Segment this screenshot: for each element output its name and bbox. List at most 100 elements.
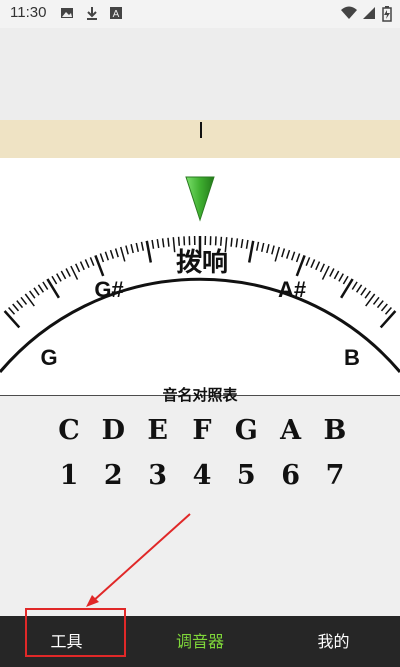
dial-tick: [255, 241, 260, 251]
signal-icon: [363, 7, 375, 19]
dial-tick: [33, 287, 40, 296]
dial-tick: [177, 236, 181, 246]
dial-tick: [70, 265, 79, 280]
dial-tick: [342, 275, 349, 285]
dial-tick: [65, 268, 71, 277]
dial-tick: [380, 303, 388, 312]
dial-tick: [79, 261, 85, 271]
note-label-a-sharp: A#: [278, 277, 306, 302]
dial-tick: [8, 307, 16, 315]
dial-tick: [56, 273, 62, 282]
dial-tick: [219, 236, 223, 246]
dial-tick: [135, 242, 140, 252]
dial-tick: [305, 257, 311, 266]
note-letter: D: [101, 415, 126, 446]
note-number: 5: [236, 460, 256, 491]
dial-tick: [20, 296, 28, 305]
dial-tick: [235, 238, 239, 248]
battery-charging-icon: [382, 6, 392, 22]
note-table-title: 音名对照表: [162, 386, 238, 404]
note-number: 3: [148, 460, 168, 491]
dial-tick: [266, 244, 270, 254]
note-label-g: G: [40, 345, 57, 370]
dial-tick: [125, 245, 129, 255]
dial-tick: [364, 290, 372, 299]
dial-tick: [245, 239, 249, 249]
dial-tick: [161, 238, 165, 248]
note-letter: B: [323, 415, 347, 446]
dial-tick: [104, 251, 110, 261]
dial-tick: [89, 257, 95, 266]
dial-tick: [340, 278, 354, 299]
dial-tick: [281, 248, 286, 258]
dial-tick: [109, 249, 115, 259]
dial-tick: [274, 246, 281, 262]
dial-tick: [16, 300, 24, 309]
dial-tick: [355, 284, 363, 293]
pitch-marker: [200, 122, 202, 138]
dial-tick: [360, 287, 367, 296]
dial-tick: [321, 265, 330, 280]
dial-tick: [372, 296, 380, 305]
status-time: 11:30: [10, 4, 47, 21]
dial-tick: [230, 237, 233, 247]
note-letter: G: [234, 415, 258, 446]
dial-tick: [319, 263, 325, 273]
dial-tick: [42, 281, 49, 290]
dial-tick: [295, 253, 301, 263]
dial-tick: [60, 270, 67, 280]
dial-tick: [351, 281, 358, 290]
dial-tick: [114, 248, 119, 258]
pointer-triangle: [185, 176, 215, 222]
dial-tick: [247, 240, 255, 263]
dial-tick: [140, 241, 145, 251]
dial-tick: [37, 284, 45, 293]
nav-tab-tools[interactable]: 工具: [0, 616, 133, 667]
dial-tick: [338, 273, 344, 282]
dial-tick: [290, 251, 296, 261]
nav-tab-mine[interactable]: 我的: [267, 616, 400, 667]
note-label-b: B: [344, 345, 360, 370]
dial-tick: [28, 290, 36, 299]
dial-tick: [75, 263, 81, 273]
dial-tick: [3, 310, 21, 329]
dial-tick: [310, 259, 316, 268]
dial-tick: [99, 253, 105, 263]
pluck-label: 拨响: [176, 247, 228, 278]
bottom-nav: 工具 调音器 我的: [0, 616, 400, 667]
note-letter: C: [58, 415, 80, 446]
dial-tick: [240, 238, 244, 249]
dial-tick: [384, 307, 392, 315]
dial-tick: [84, 259, 90, 268]
download-icon: [87, 7, 97, 20]
wifi-icon: [341, 6, 357, 19]
a-icon: A: [110, 7, 122, 20]
dial-tick: [156, 238, 160, 249]
note-letters-row: C D E F G A B: [52, 415, 352, 446]
note-letter: E: [147, 415, 168, 446]
dial-tick: [51, 275, 58, 285]
dial-tick: [271, 245, 275, 255]
dial-tick: [119, 246, 126, 262]
dial-tick: [46, 278, 60, 299]
note-number: 7: [325, 460, 345, 491]
dial-tick: [285, 249, 291, 259]
status-bar: 11:30 A: [0, 0, 400, 28]
dial-tick: [172, 237, 176, 253]
note-letter: A: [280, 415, 302, 446]
note-number: 1: [59, 460, 79, 491]
dial-arc: [0, 277, 400, 373]
note-letter: F: [192, 415, 212, 446]
dial-tick: [130, 244, 134, 254]
dial-tick: [333, 270, 340, 280]
note-number: 6: [281, 460, 301, 491]
dial-tick: [376, 300, 384, 309]
dial-tick: [12, 303, 20, 312]
nav-tab-tuner[interactable]: 调音器: [133, 616, 267, 667]
note-numbers-row: 1 2 3 4 5 6 7: [52, 460, 352, 491]
top-spacer: [0, 28, 400, 120]
dial-tick: [315, 261, 321, 271]
dial-tick: [260, 242, 265, 252]
note-number: 2: [103, 460, 123, 491]
dial-tick: [379, 310, 397, 329]
